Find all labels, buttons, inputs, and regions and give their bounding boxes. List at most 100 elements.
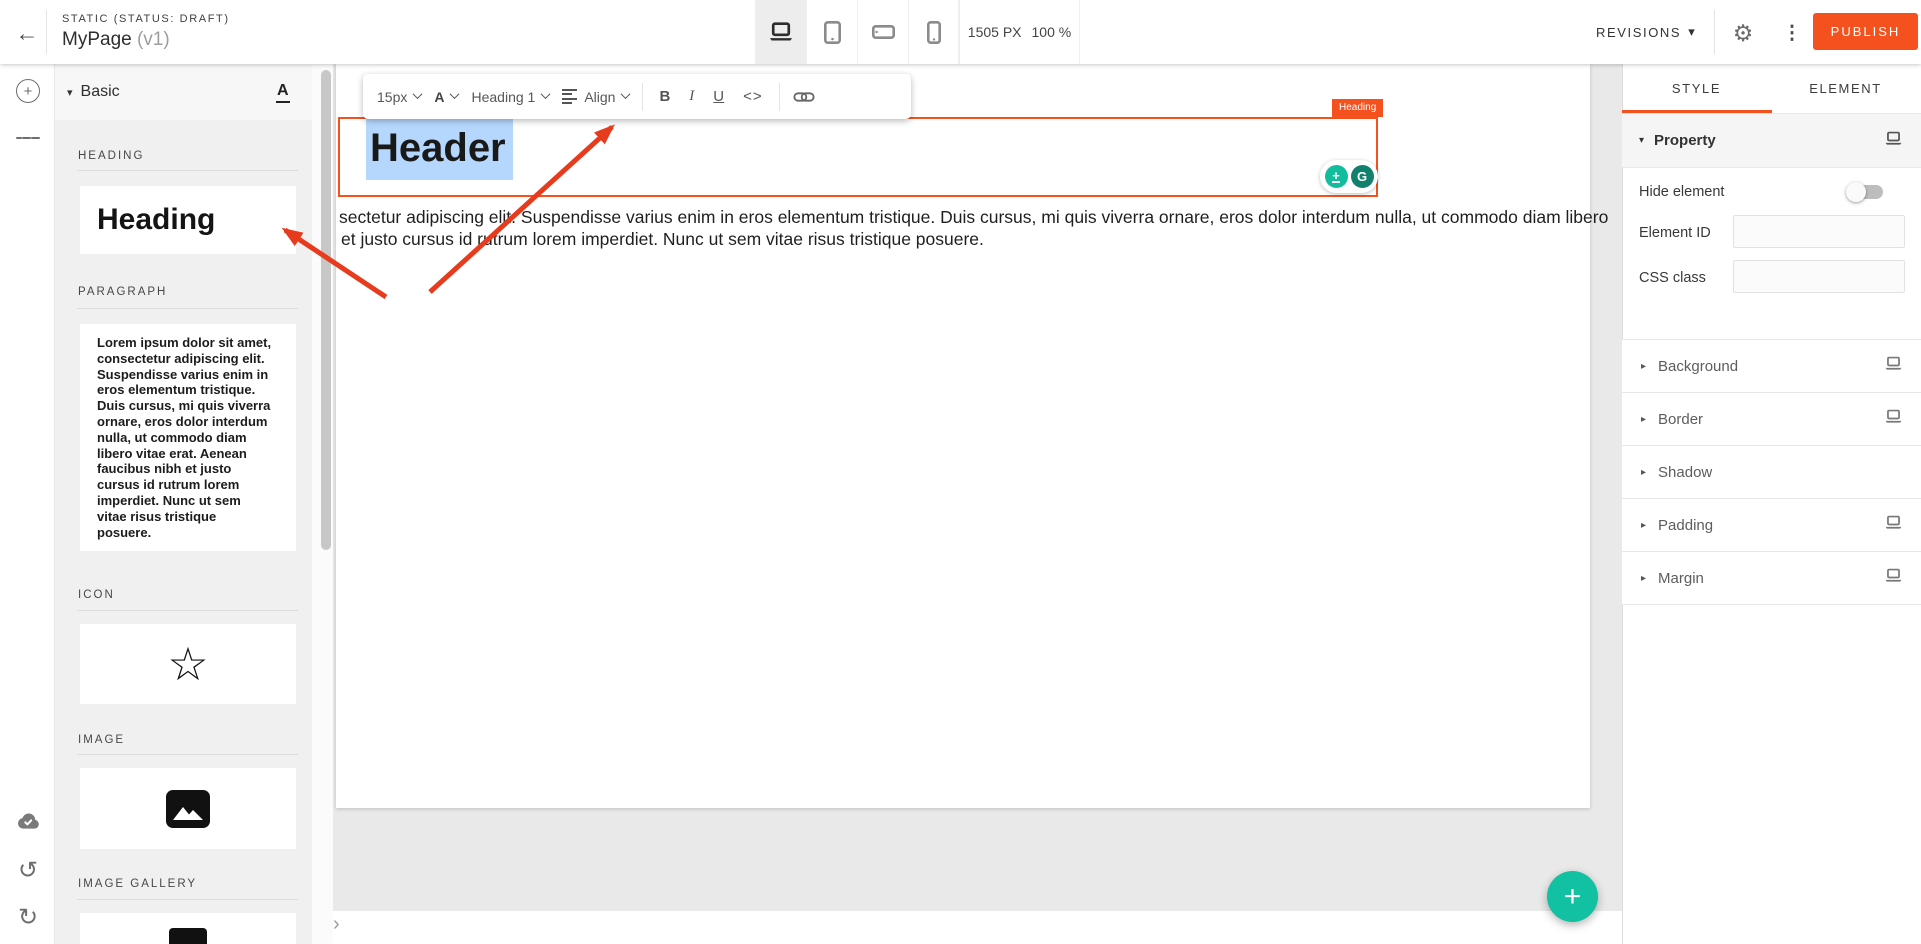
page-version: (v1)	[137, 29, 170, 50]
divider	[77, 610, 298, 611]
viewport-size-readout: 1505 PX 100 %	[959, 0, 1080, 64]
paragraph-line-2[interactable]: et justo cursus id rutrum lorem imperdie…	[341, 229, 984, 250]
caret-right-icon: ▸	[1641, 414, 1646, 425]
rich-text-toolbar: 15px A Heading 1 Align B I U <>	[363, 74, 911, 119]
device-scope-icon[interactable]	[1884, 356, 1903, 376]
suggestion-bulb-icon[interactable]: +	[1325, 165, 1348, 188]
image-gallery-icon	[169, 928, 207, 944]
back-arrow-icon: ←	[16, 20, 39, 47]
viewport-width: 1505 PX	[968, 24, 1022, 40]
plus-icon: +	[1564, 880, 1582, 914]
viewport-zoom: 100 %	[1032, 24, 1072, 40]
component-card-icon[interactable]: ☆	[80, 624, 296, 704]
component-card-paragraph[interactable]: Lorem ipsum dolor sit amet, consectetur …	[80, 324, 296, 551]
undo-icon[interactable]: ↺	[16, 858, 40, 882]
canvas-bottom-bar	[333, 911, 1622, 944]
device-laptop-button[interactable]	[755, 0, 806, 64]
underline-button[interactable]: U	[710, 88, 727, 105]
page-builder-app: ← STATIC (STATUS: DRAFT) MyPage (v1)	[0, 0, 1921, 944]
element-id-label: Element ID	[1639, 225, 1711, 241]
image-icon	[165, 789, 211, 829]
css-class-input[interactable]	[1733, 260, 1905, 293]
chevron-down-icon	[541, 89, 551, 99]
heading-element[interactable]: Header	[366, 126, 513, 171]
grammarly-icon[interactable]: G	[1351, 165, 1374, 188]
device-scope-icon[interactable]	[1884, 515, 1903, 535]
laptop-icon	[767, 22, 795, 42]
panel-scrollbar-thumb[interactable]	[321, 70, 331, 550]
font-size-dropdown[interactable]: 15px	[377, 89, 421, 105]
grammarly-widget: + G	[1320, 160, 1378, 193]
code-button[interactable]: <>	[740, 88, 766, 105]
divider	[77, 899, 298, 900]
revisions-dropdown[interactable]: REVISIONS ▾	[1596, 0, 1696, 64]
gear-icon: ⚙	[1733, 20, 1754, 47]
component-group-label: Basic	[81, 83, 120, 101]
section-margin[interactable]: ▸ Margin	[1622, 552, 1921, 605]
device-phone-landscape-button[interactable]	[857, 0, 908, 64]
back-button[interactable]: ←	[10, 16, 44, 50]
tab-style[interactable]: STYLE	[1622, 64, 1771, 113]
redo-icon[interactable]: ↻	[16, 905, 40, 929]
property-section-header[interactable]: ▾ Property	[1622, 114, 1921, 168]
caret-right-icon: ▸	[1641, 573, 1646, 584]
cloud-saved-icon	[16, 809, 40, 833]
page-status-kicker: STATIC (STATUS: DRAFT)	[62, 13, 230, 25]
component-group-header[interactable]: ▾ Basic	[55, 64, 312, 120]
align-dropdown[interactable]: Align	[562, 86, 629, 107]
bold-button[interactable]: B	[656, 88, 673, 105]
text-color-dropdown[interactable]: A	[434, 89, 458, 105]
divider	[642, 83, 643, 111]
device-phone-portrait-button[interactable]	[908, 0, 959, 64]
more-options-button[interactable]: ⋮	[1779, 18, 1805, 48]
block-style-dropdown[interactable]: Heading 1	[471, 89, 549, 105]
tablet-icon	[824, 21, 841, 44]
italic-button[interactable]: I	[686, 88, 697, 105]
chevron-down-icon	[413, 89, 423, 99]
star-icon: ☆	[167, 641, 208, 687]
section-shadow[interactable]: ▸ Shadow	[1622, 446, 1921, 499]
add-circle-icon[interactable]: +	[16, 79, 40, 103]
chevron-down-icon	[450, 89, 460, 99]
section-label-paragraph: PARAGRAPH	[78, 286, 167, 298]
section-background[interactable]: ▸ Background	[1622, 340, 1921, 393]
left-rail: + ↺ ↻	[0, 64, 55, 944]
hide-element-toggle[interactable]	[1849, 185, 1883, 199]
paragraph-preview: Lorem ipsum dolor sit amet, consectetur …	[97, 335, 272, 540]
divider	[46, 10, 47, 54]
component-card-image[interactable]	[80, 768, 296, 849]
selected-text: Header	[366, 118, 513, 180]
tab-element[interactable]: ELEMENT	[1771, 64, 1920, 113]
divider	[77, 170, 298, 171]
phone-portrait-icon	[927, 21, 941, 44]
phone-landscape-icon	[872, 25, 895, 39]
add-element-fab[interactable]: +	[1547, 871, 1598, 922]
device-tablet-button[interactable]	[806, 0, 857, 64]
device-scope-icon[interactable]	[1884, 131, 1903, 151]
text-format-icon[interactable]: A	[276, 82, 290, 103]
kebab-menu-icon: ⋮	[1783, 22, 1802, 45]
divider	[77, 754, 298, 755]
divider	[77, 308, 298, 309]
section-border[interactable]: ▸ Border	[1622, 393, 1921, 446]
section-label-image: IMAGE	[78, 734, 125, 746]
component-card-heading[interactable]: Heading	[80, 186, 296, 254]
component-card-image-gallery[interactable]	[80, 913, 296, 944]
paragraph-line-1[interactable]: sectetur adipiscing elit. Suspendisse va…	[339, 207, 1608, 228]
settings-button[interactable]: ⚙	[1728, 18, 1758, 48]
layers-list-icon[interactable]	[16, 126, 40, 150]
toggle-knob	[1846, 182, 1866, 202]
element-id-input[interactable]	[1733, 215, 1905, 248]
device-scope-icon[interactable]	[1884, 568, 1903, 588]
chevron-down-icon	[621, 89, 631, 99]
publish-button[interactable]: PUBLISH	[1813, 13, 1918, 50]
top-bar: ← STATIC (STATUS: DRAFT) MyPage (v1)	[0, 0, 1921, 64]
align-left-icon	[562, 86, 577, 107]
section-padding[interactable]: ▸ Padding	[1622, 499, 1921, 552]
link-button[interactable]	[793, 89, 815, 105]
chevron-right-icon[interactable]: ›	[333, 913, 340, 936]
caret-right-icon: ▸	[1641, 467, 1646, 478]
device-scope-icon[interactable]	[1884, 409, 1903, 429]
caret-down-icon: ▾	[1688, 24, 1696, 40]
hide-element-label: Hide element	[1639, 184, 1724, 200]
